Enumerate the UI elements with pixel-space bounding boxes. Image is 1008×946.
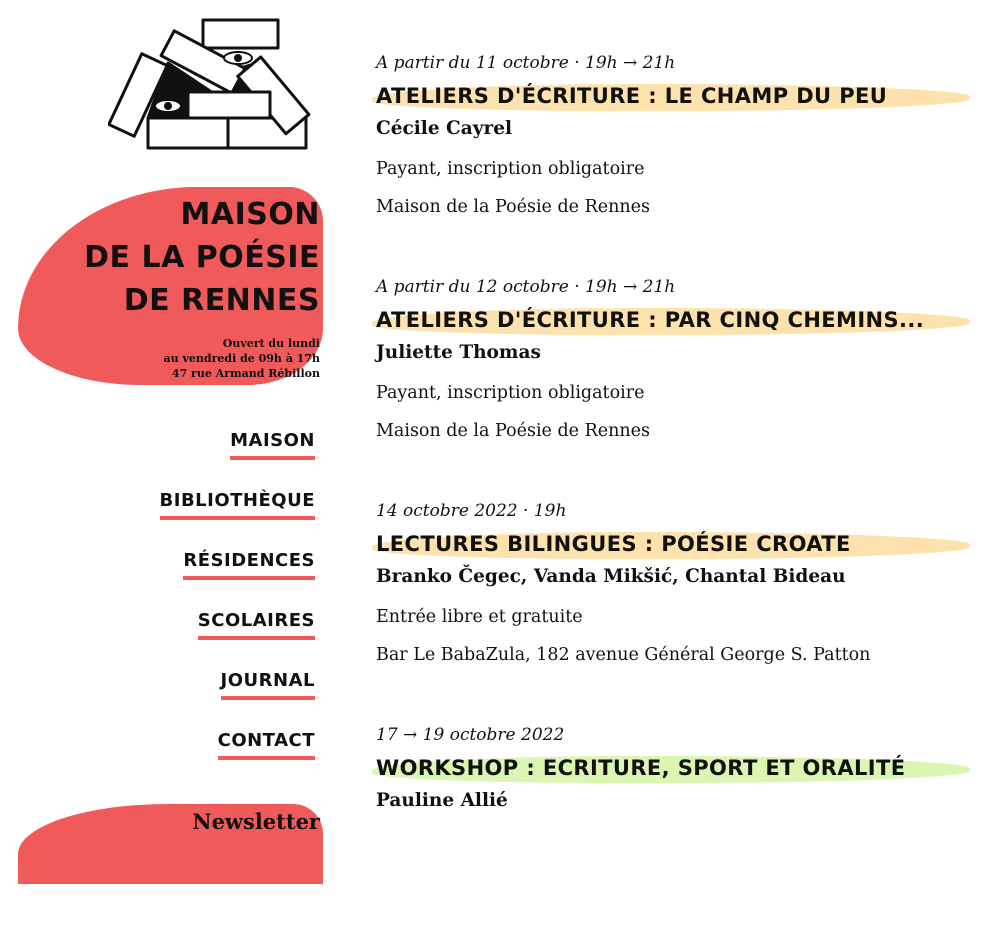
event-authors: Branko Čegec, Vanda Mikšić, Chantal Bide… (376, 566, 846, 587)
nav-item-contact[interactable]: CONTACT (217, 730, 315, 760)
event-title[interactable]: WORKSHOP : ECRITURE, SPORT ET ORALITÉ (376, 750, 976, 786)
main-nav: MAISON BIBLIOTHÈQUE RÉSIDENCES SCOLAIRES… (159, 430, 315, 790)
nav-item-journal[interactable]: JOURNAL (220, 670, 315, 700)
nav-item-scolaires[interactable]: SCOLAIRES (197, 610, 315, 640)
event-price: Entrée libre et gratuite (376, 607, 583, 627)
opening-hours-line: au vendredi de 09h à 17h (163, 352, 320, 365)
site-title[interactable]: MAISON DE LA POÉSIE DE RENNES (84, 193, 320, 322)
event-price: Payant, inscription obligatoire (376, 383, 645, 403)
site-title-line: MAISON (180, 197, 320, 232)
site-logo[interactable] (108, 18, 323, 153)
events-list: A partir du 11 octobre · 19h → 21h ATELI… (372, 50, 976, 946)
opening-hours: Ouvert du lundi au vendredi de 09h à 17h… (164, 336, 320, 381)
event-authors: Pauline Allié (376, 790, 508, 811)
event-place: Bar Le BabaZula, 182 avenue Général Geor… (376, 645, 871, 665)
event-item[interactable]: A partir du 11 octobre · 19h → 21h ATELI… (372, 50, 976, 274)
newsletter-link[interactable]: Newsletter (192, 809, 320, 834)
event-date: A partir du 12 octobre · 19h → 21h (376, 277, 676, 297)
nav-item-residences[interactable]: RÉSIDENCES (183, 550, 315, 580)
event-title[interactable]: ATELIERS D'ÉCRITURE : PAR CINQ CHEMINS..… (376, 302, 976, 338)
event-title[interactable]: LECTURES BILINGUES : POÉSIE CROATE (376, 526, 976, 562)
opening-hours-line: Ouvert du lundi (222, 337, 320, 350)
event-date: 17 → 19 octobre 2022 (376, 725, 565, 745)
event-price: Payant, inscription obligatoire (376, 159, 645, 179)
nav-item-maison[interactable]: MAISON (230, 430, 315, 460)
event-title[interactable]: ATELIERS D'ÉCRITURE : LE CHAMP DU PEU (376, 78, 976, 114)
event-date: A partir du 11 octobre · 19h → 21h (376, 53, 676, 73)
event-authors: Juliette Thomas (376, 342, 541, 363)
event-item[interactable]: 17 → 19 octobre 2022 WORKSHOP : ECRITURE… (372, 722, 976, 946)
event-authors: Cécile Cayrel (376, 118, 513, 139)
event-item[interactable]: 14 octobre 2022 · 19h LECTURES BILINGUES… (372, 498, 976, 722)
event-item[interactable]: A partir du 12 octobre · 19h → 21h ATELI… (372, 274, 976, 498)
nav-item-bibliotheque[interactable]: BIBLIOTHÈQUE (159, 490, 315, 520)
site-title-line: DE LA POÉSIE (84, 240, 320, 275)
event-place: Maison de la Poésie de Rennes (376, 421, 651, 441)
address-line: 47 rue Armand Rébillon (171, 367, 320, 380)
event-date: 14 octobre 2022 · 19h (376, 501, 567, 521)
site-title-line: DE RENNES (123, 283, 320, 318)
event-place: Maison de la Poésie de Rennes (376, 197, 651, 217)
